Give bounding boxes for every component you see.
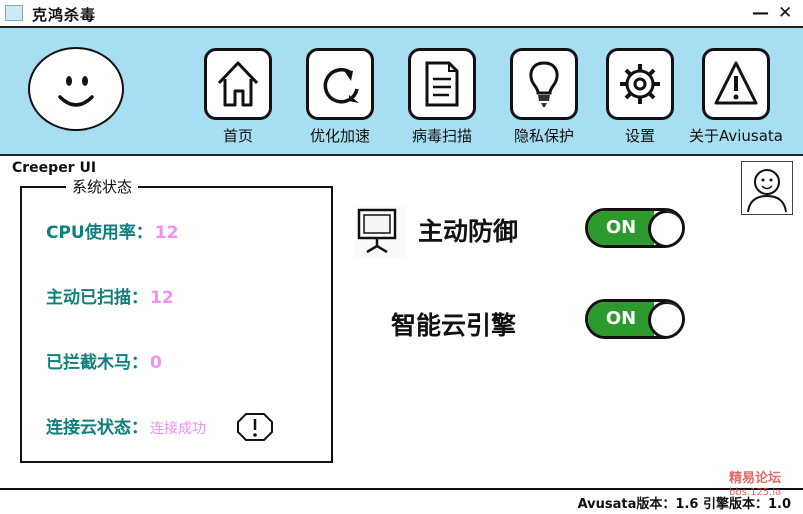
lightbulb-icon: [529, 61, 559, 107]
cpu-usage-row: CPU使用率： 12: [46, 218, 178, 243]
cloud-status-value: 连接成功: [150, 421, 206, 437]
nav-optimize[interactable]: 优化加速: [294, 48, 394, 148]
window-title: 克鸿杀毒: [32, 6, 97, 24]
scanned-label: 主动已扫描：: [46, 288, 148, 308]
close-button[interactable]: ✕: [778, 3, 792, 23]
blocked-trojans-label: 已拦截木马：: [46, 353, 148, 373]
status-bar: Avusata版本：1.6 引擎版本：1.0: [0, 488, 803, 514]
app-icon: [5, 5, 23, 21]
blocked-trojans-row: 已拦截木马： 0: [46, 348, 162, 373]
cpu-usage-label: CPU使用率：: [46, 223, 153, 243]
cloud-status-row: 连接云状态： 连接成功: [46, 413, 206, 438]
warning-icon: [714, 61, 758, 105]
active-defense-toggle[interactable]: ON: [585, 208, 685, 248]
nav-privacy[interactable]: 隐私保护: [498, 48, 598, 148]
toggle-knob: [648, 302, 682, 336]
user-avatar-icon: [747, 169, 787, 213]
blocked-trojans-value: 0: [150, 353, 162, 373]
nav-optimize-label: 优化加速: [309, 127, 370, 145]
watermark-line1: 精易论坛: [729, 471, 782, 486]
cpu-usage-value: 12: [154, 223, 179, 243]
nav-home[interactable]: 首页: [192, 48, 292, 148]
forum-watermark: 精易论坛 bbs.125.la: [729, 472, 781, 500]
nav-virus-scan[interactable]: 病毒扫描: [396, 48, 496, 148]
cloud-status-label: 连接云状态：: [46, 418, 148, 438]
nav-settings-label: 设置: [624, 127, 655, 145]
cloud-engine-toggle[interactable]: ON: [585, 299, 685, 339]
cloud-engine-toggle-state: ON: [588, 302, 654, 336]
scanned-row: 主动已扫描： 12: [46, 283, 174, 308]
watermark-line2: bbs.125.la: [729, 487, 782, 498]
profile-picture[interactable]: [741, 161, 793, 215]
toggle-knob: [648, 211, 682, 245]
monitor-icon: [355, 206, 405, 258]
nav-about[interactable]: 关于Aviusata: [689, 48, 790, 148]
nav-about-label: 关于Aviusata: [688, 127, 783, 145]
system-status-panel: 系统状态 CPU使用率： 12 主动已扫描： 12 已拦截木马： 0 连接云状态： 连接…: [20, 176, 333, 463]
scanned-value: 12: [150, 288, 174, 308]
brand-label: Creeper UI: [12, 160, 97, 176]
home-icon: [217, 61, 259, 107]
active-defense-label: 主动防御: [418, 217, 519, 246]
nav-home-label: 首页: [222, 127, 253, 145]
alert-icon[interactable]: [236, 412, 274, 442]
gear-icon: [620, 64, 660, 104]
document-icon: [425, 61, 459, 107]
cloud-engine-label: 智能云引擎: [391, 311, 517, 340]
system-status-legend: 系统状态: [66, 176, 139, 197]
top-nav-band: 首页 优化加速 病毒扫描 隐私保护 设置 关于Aviusata: [0, 28, 803, 156]
main-content: Creeper UI 系统状态 CPU使用率： 12 主动已扫描： 12 已拦截木马…: [0, 156, 803, 488]
smiley-icon: [58, 76, 94, 107]
nav-virus-scan-label: 病毒扫描: [411, 127, 472, 145]
nav-settings[interactable]: 设置: [594, 48, 694, 148]
smiley-avatar[interactable]: [28, 47, 124, 131]
nav-privacy-label: 隐私保护: [513, 127, 574, 145]
title-bar: 克鸿杀毒 — ✕: [0, 0, 803, 28]
refresh-icon: [323, 68, 359, 104]
minimize-button[interactable]: —: [752, 3, 769, 23]
active-defense-toggle-state: ON: [588, 211, 654, 245]
